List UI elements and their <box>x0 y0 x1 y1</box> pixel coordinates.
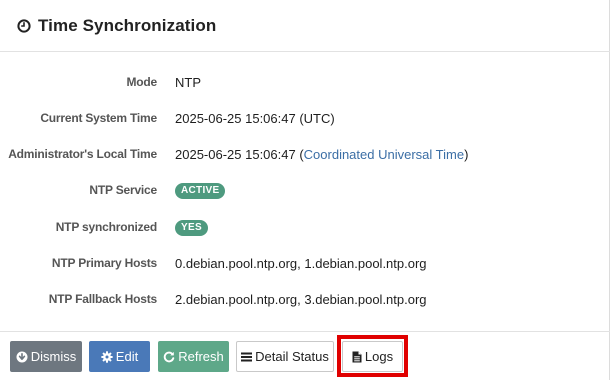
row-current-system-time: Current System Time 2025-06-25 15:06:47 … <box>0 107 610 129</box>
time-sync-panel: Time Synchronization Mode NTP Current Sy… <box>0 0 610 380</box>
row-label: NTP Primary Hosts <box>51 256 157 270</box>
mode-value: NTP <box>175 74 201 90</box>
row-ntp-fallback-hosts: NTP Fallback Hosts 2.debian.pool.ntp.org… <box>0 288 610 310</box>
logs-label: Logs <box>364 349 394 364</box>
ntp-synchronized-value: YES <box>175 218 208 236</box>
gear-icon <box>101 350 113 363</box>
row-label: Administrator's Local Time <box>8 147 157 161</box>
status-badge-active: ACTIVE <box>175 183 226 199</box>
admin-local-time-value: 2025-06-25 15:06:47 (Coordinated Univers… <box>175 147 468 162</box>
refresh-button[interactable]: Refresh <box>158 341 229 372</box>
dismiss-button[interactable]: Dismiss <box>10 341 82 372</box>
logs-button[interactable]: Logs <box>342 341 403 372</box>
row-label: NTP Fallback Hosts <box>48 292 157 306</box>
edit-button[interactable]: Edit <box>89 341 150 372</box>
row-admin-local-time: Administrator's Local Time 2025-06-25 15… <box>0 143 610 165</box>
admin-local-time-prefix: 2025-06-25 15:06:47 ( <box>175 146 304 162</box>
row-label: NTP synchronized <box>55 220 157 234</box>
row-label: Mode <box>126 75 157 89</box>
detail-status-label: Detail Status <box>255 349 329 364</box>
ntp-service-value: ACTIVE <box>175 181 226 199</box>
edit-label: Edit <box>115 349 139 364</box>
panel-header: Time Synchronization <box>0 0 610 52</box>
panel-title: Time Synchronization <box>38 15 217 35</box>
row-ntp-synchronized: NTP synchronized YES <box>0 216 610 238</box>
row-label: NTP Service <box>89 183 157 197</box>
arrow-circle-down-icon <box>16 351 28 362</box>
clock-icon <box>17 18 31 33</box>
current-system-time-value: 2025-06-25 15:06:47 (UTC) <box>175 110 335 126</box>
row-label: Current System Time <box>40 111 157 125</box>
status-badge-yes: YES <box>175 220 208 236</box>
dismiss-label: Dismiss <box>30 349 77 364</box>
ntp-primary-hosts-value: 0.debian.pool.ntp.org, 1.debian.pool.ntp… <box>175 255 427 271</box>
row-ntp-primary-hosts: NTP Primary Hosts 0.debian.pool.ntp.org,… <box>0 252 610 274</box>
refresh-icon <box>164 351 175 362</box>
timezone-link[interactable]: Coordinated Universal Time <box>304 147 464 162</box>
detail-status-button[interactable]: Detail Status <box>236 341 334 372</box>
admin-local-time-suffix: ) <box>464 146 469 162</box>
row-ntp-service: NTP Service ACTIVE <box>0 179 610 201</box>
file-text-icon <box>352 351 362 362</box>
row-mode: Mode NTP <box>0 71 610 93</box>
refresh-label: Refresh <box>178 349 224 364</box>
list-icon <box>241 352 253 361</box>
ntp-fallback-hosts-value: 2.debian.pool.ntp.org, 3.debian.pool.ntp… <box>175 291 427 307</box>
